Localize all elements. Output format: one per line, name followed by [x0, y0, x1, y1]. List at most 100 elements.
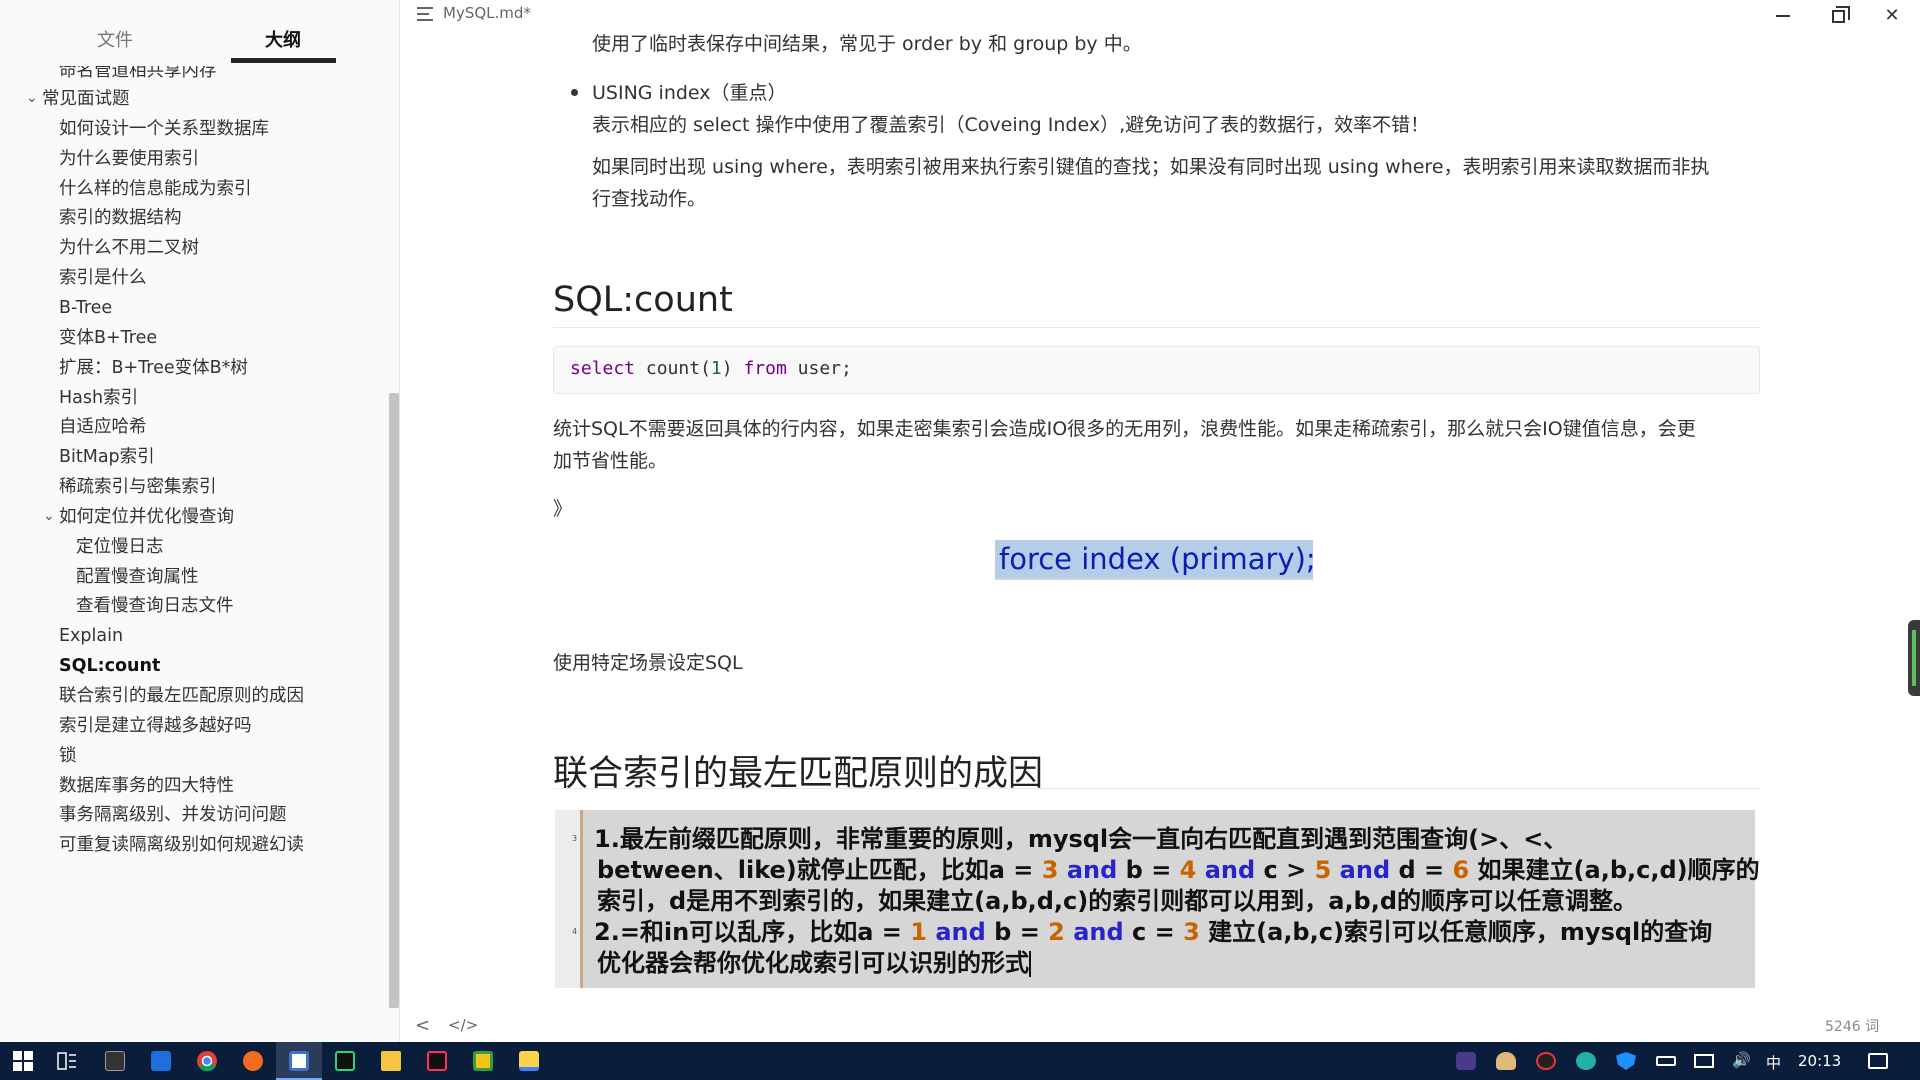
leftmost-rule-image[interactable]: 3 4 1.最左前缀匹配原则，非常重要的原则，mysql会一直向右匹配直到遇到范… [555, 810, 1760, 988]
outline-item[interactable]: 扩展：B+Tree变体B*树 [59, 353, 248, 383]
heading-sql-count: SQL:count [553, 280, 733, 320]
sidebar-tabs: 文件 大纲 [0, 0, 399, 64]
intellij-icon [427, 1051, 447, 1071]
network-icon[interactable] [1694, 1054, 1714, 1068]
bullet-dot [571, 89, 578, 96]
outline-item[interactable]: Hash索引 [59, 383, 138, 413]
outline-item[interactable]: 索引的数据结构 [59, 203, 182, 233]
gutter-number: 3 [572, 834, 578, 843]
folder-icon [381, 1051, 401, 1071]
taskbar-typora[interactable] [276, 1042, 322, 1080]
battery-icon[interactable] [1656, 1056, 1676, 1066]
symbol-paragraph: 》 [553, 498, 573, 520]
gutter-number: 4 [572, 927, 578, 936]
outline-item[interactable]: SQL:count [59, 651, 160, 681]
sidebar: 文件 大纲 命名管道相共享内存 ⌄ 常见面试题 如何设计一个关系型数据库 为什么要使用… [0, 0, 400, 1042]
clock[interactable]: 20:13 [1798, 1052, 1841, 1070]
outline-item[interactable]: 联合索引的最左匹配原则的成因 [59, 681, 304, 711]
editor[interactable]: 使用了临时表保存中间结果，常见于 order by 和 group by 中。 … [400, 0, 1920, 1042]
outline-item[interactable]: 如何定位并优化慢查询 [59, 502, 234, 532]
tray-qq-icon[interactable] [1536, 1052, 1556, 1070]
tray-app-icon[interactable] [1456, 1052, 1476, 1070]
paragraph-scene: 使用特定场景设定SQL [553, 652, 743, 674]
outline-item[interactable]: 稀疏索引与密集索引 [59, 472, 217, 502]
paragraph-using-where-1: 如果同时出现 using where，表明索引被用来执行索引键值的查找；如果没有… [592, 156, 1710, 178]
active-tab-indicator [231, 58, 336, 63]
heading-rule [553, 788, 1760, 789]
tab-files[interactable]: 文件 [65, 26, 165, 52]
chrome-icon [197, 1051, 217, 1072]
text-cursor [1029, 951, 1031, 977]
taskbar-app-notes[interactable] [506, 1042, 552, 1080]
outline-item[interactable]: BitMap索引 [59, 442, 155, 472]
outline-item[interactable]: 事务隔离级别、并发访问问题 [59, 800, 287, 830]
taskbar-datagrip[interactable] [322, 1042, 368, 1080]
chevron-down-icon[interactable]: ⌄ [26, 91, 38, 105]
taskbar-explorer[interactable] [368, 1042, 414, 1080]
code-line: select count(1) from user; [570, 358, 852, 379]
outline-item[interactable]: 索引是建立得越多越好吗 [59, 711, 252, 741]
edge-widget[interactable] [1908, 620, 1920, 696]
paragraph-temp-table: 使用了临时表保存中间结果，常见于 order by 和 group by 中。 [592, 33, 1142, 55]
taskbar-app-orange[interactable] [230, 1042, 276, 1080]
outline-item[interactable]: 配置慢查询属性 [76, 562, 199, 592]
windows-logo-icon [13, 1051, 33, 1071]
terminal-icon [105, 1051, 125, 1071]
force-index-image[interactable]: force index (primary); [995, 540, 1316, 580]
ime-indicator[interactable]: 中 [1766, 1052, 1781, 1073]
paragraph-cover-index: 表示相应的 select 操作中使用了覆盖索引（Coveing Index）,避… [592, 114, 1430, 136]
source-mode-button[interactable]: </> [448, 1016, 478, 1034]
outline-item[interactable]: 数据库事务的四大特性 [59, 771, 234, 801]
tray-app-teal-icon[interactable] [1576, 1052, 1596, 1070]
rule-line-1: 1.最左前缀匹配原则，非常重要的原则，mysql会一直向右匹配直到遇到范围查询(… [594, 825, 1568, 853]
taskbar-app-green[interactable] [460, 1042, 506, 1080]
heading-rule [553, 327, 1760, 328]
rule-line-2: between、like)就停止匹配，比如a = 3 and b = 4 and… [597, 856, 1760, 884]
app-green-icon [473, 1051, 493, 1071]
taskbar-app-blue[interactable] [138, 1042, 184, 1080]
tray-cat-icon[interactable] [1496, 1052, 1516, 1070]
tray-shield-icon[interactable] [1616, 1052, 1636, 1070]
outline-item[interactable]: 定位慢日志 [76, 532, 164, 562]
start-button[interactable] [0, 1042, 46, 1080]
outline-item[interactable]: 常见面试题 [42, 84, 130, 114]
outline-item[interactable]: 什么样的信息能成为索引 [59, 174, 252, 204]
bullet-using-index: USING index（重点） [592, 82, 787, 104]
outline-item[interactable]: 可重复读隔离级别如何规避幻读 [59, 830, 304, 860]
outline-item[interactable]: 为什么不用二叉树 [59, 233, 199, 263]
outline-item[interactable]: 索引是什么 [59, 263, 147, 293]
sidebar-scrollbar[interactable] [389, 393, 399, 1008]
outline-item[interactable]: 自适应哈希 [59, 412, 147, 442]
app-blue-icon [151, 1051, 171, 1071]
paragraph-count-2: 加节省性能。 [553, 450, 668, 472]
app-orange-icon [243, 1051, 263, 1071]
typora-icon [289, 1051, 309, 1071]
code-block[interactable]: select count(1) from user; [553, 346, 1760, 394]
tab-outline[interactable]: 大纲 [233, 26, 333, 52]
volume-icon[interactable]: 🔊 [1732, 1051, 1752, 1069]
word-count[interactable]: 5246 词 [1825, 1016, 1879, 1036]
outline-item[interactable]: 变体B+Tree [59, 323, 157, 353]
outline-item[interactable]: B-Tree [59, 293, 112, 323]
taskbar: 🔊 中 20:13 [0, 1042, 1920, 1080]
editor-footer: < </> 5246 词 [400, 1010, 1920, 1042]
outline-item[interactable]: 如何设计一个关系型数据库 [59, 114, 269, 144]
outline-item[interactable]: 为什么要使用索引 [59, 144, 199, 174]
outline-item[interactable]: 查看慢查询日志文件 [76, 591, 234, 621]
outline-item[interactable]: 锁 [59, 741, 77, 771]
datagrip-icon [335, 1051, 355, 1071]
notification-icon[interactable] [1868, 1053, 1888, 1069]
taskbar-chrome[interactable] [184, 1042, 230, 1080]
chevron-down-icon[interactable]: ⌄ [43, 509, 55, 523]
image-gutter [555, 810, 583, 988]
outline-item[interactable]: Explain [59, 621, 123, 651]
rule-line-5: 优化器会帮你优化成索引可以识别的形式 [597, 949, 1031, 977]
toggle-sidebar-button[interactable]: < [415, 1015, 430, 1036]
taskbar-intellij[interactable] [414, 1042, 460, 1080]
rule-line-4: 2.=和in可以乱序，比如a = 1 and b = 2 and c = 3 建… [594, 918, 1713, 946]
paragraph-using-where-2: 行查找动作。 [592, 188, 707, 210]
task-view-button[interactable] [44, 1042, 90, 1080]
taskbar-terminal[interactable] [92, 1042, 138, 1080]
notes-icon [519, 1051, 539, 1071]
paragraph-count-1: 统计SQL不需要返回具体的行内容，如果走密集索引会造成IO很多的无用列，浪费性能… [553, 418, 1696, 440]
